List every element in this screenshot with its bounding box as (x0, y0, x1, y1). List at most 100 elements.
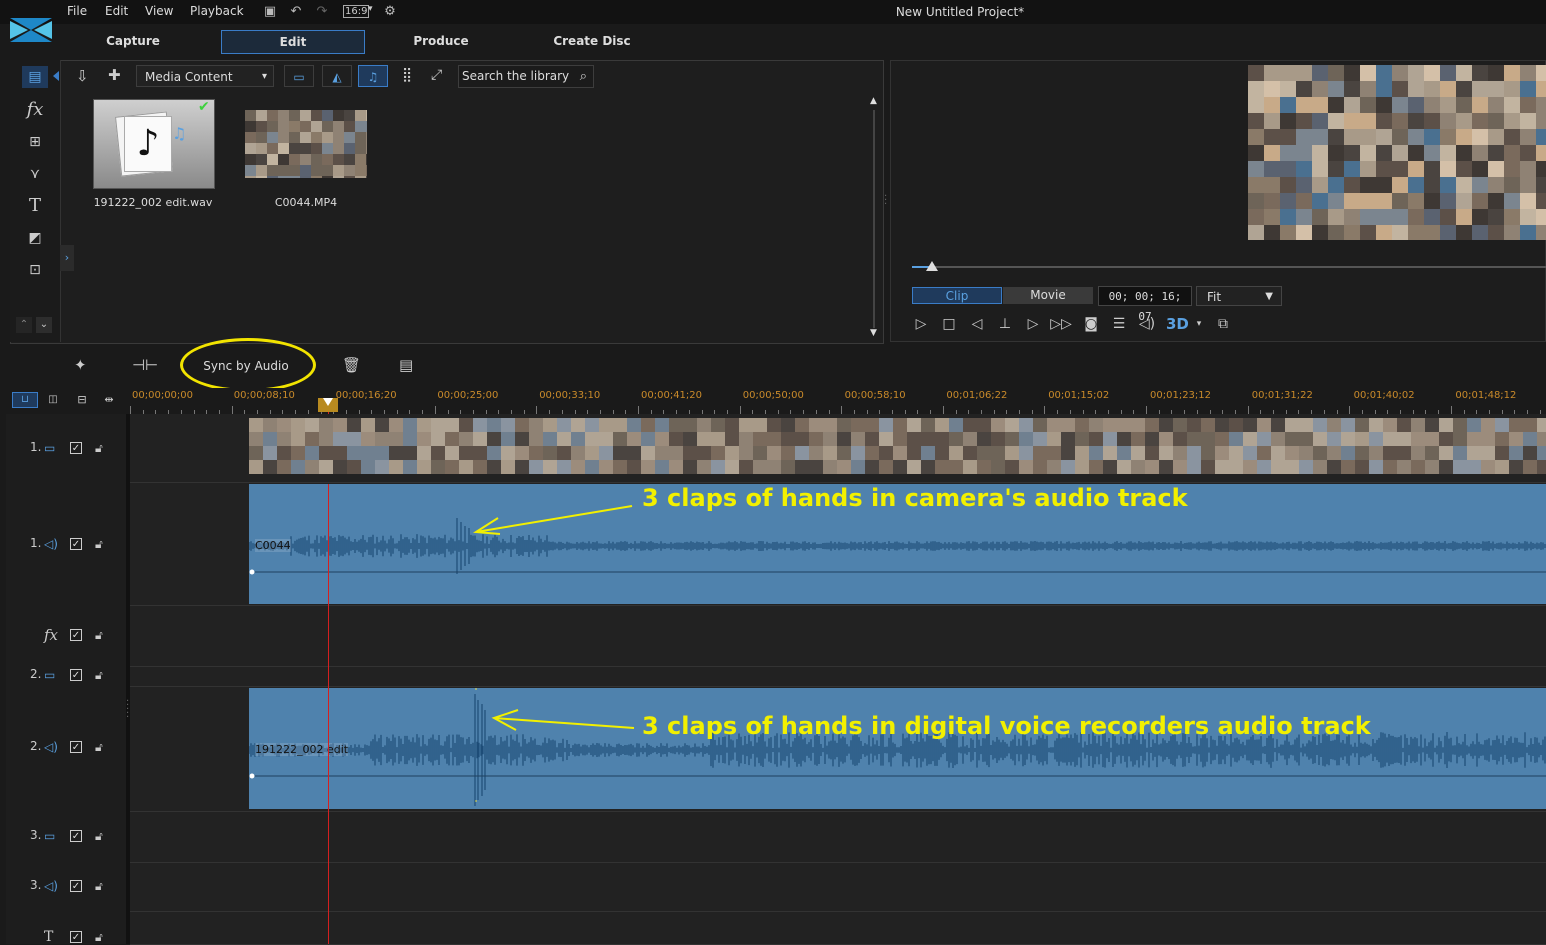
menu-playback[interactable]: Playback (190, 4, 244, 18)
trim-split-icon[interactable]: ⊣⊢ (132, 356, 158, 374)
audio-clip-191222[interactable]: 191222_002 edit (249, 688, 1546, 809)
menu-view[interactable]: View (145, 4, 173, 18)
annotation-arrow-1 (472, 505, 633, 535)
undock-preview-icon[interactable]: ⧉ (1212, 314, 1234, 334)
track-lock-icon[interactable]: 🔓︎ (95, 668, 109, 682)
ruler-tick-label: 00;00;33;10 (539, 390, 601, 401)
scroll-arrow-down-icon[interactable]: ▼ (870, 328, 877, 338)
video-track-icon[interactable]: ▭ (44, 669, 60, 681)
3d-toggle-icon[interactable]: 3D (1166, 314, 1189, 334)
fit-timeline-icon[interactable]: ⇹ (100, 392, 118, 408)
title-track-icon[interactable]: T (44, 930, 60, 944)
fx-track-icon[interactable]: fx (44, 628, 60, 643)
fast-forward-icon[interactable]: ▷▷ (1050, 314, 1072, 334)
save-icon[interactable]: ▣ (262, 4, 278, 20)
preview-seek-track[interactable] (912, 266, 1546, 268)
transition-room-icon[interactable]: ◩ (22, 227, 48, 249)
import-media-icon[interactable]: ⇩ (76, 67, 89, 85)
tab-create-disc[interactable]: Create Disc (521, 30, 663, 52)
track-enable-checkbox[interactable]: ✓ (70, 442, 82, 454)
track-lock-icon[interactable]: 🔓︎ (95, 628, 109, 642)
detach-icon[interactable]: ⤢ (431, 67, 442, 83)
timecode-display[interactable]: 00; 00; 16; 07 (1098, 286, 1192, 323)
audio-track-icon[interactable]: ◁) (44, 741, 60, 753)
audio-mixing-icon[interactable]: ▤ (399, 356, 413, 374)
track-lock-icon[interactable]: 🔓︎ (95, 441, 109, 455)
subtitles-icon[interactable]: ☰ (1108, 314, 1130, 334)
next-frame-icon[interactable]: ▷ (1022, 314, 1044, 334)
storyboard-view-icon[interactable]: ◫ (42, 392, 64, 408)
scroll-down-icon[interactable]: ⌄ (36, 317, 52, 333)
image-filter-button[interactable]: ◭ (322, 65, 352, 87)
settings-gear-icon[interactable]: ⚙ (382, 4, 398, 20)
fx-room-icon[interactable]: fx (22, 99, 48, 121)
magic-tools-icon[interactable]: ✦ (74, 356, 87, 374)
menu-edit[interactable]: Edit (105, 4, 128, 18)
ruler-tick-label: 00;00;00;00 (132, 390, 194, 401)
playhead-line-lower (328, 484, 329, 944)
aspect-dropdown-icon[interactable]: ▾ (368, 4, 373, 14)
track-enable-checkbox[interactable]: ✓ (70, 880, 82, 892)
video-track-icon[interactable]: ▭ (44, 830, 60, 842)
redo-icon[interactable]: ↷ (314, 4, 330, 20)
track-enable-checkbox[interactable]: ✓ (70, 741, 82, 753)
playhead-handle-icon[interactable] (323, 398, 333, 406)
volume-icon[interactable]: ◁) (1136, 314, 1158, 334)
split-icon[interactable]: ⊥ (994, 314, 1016, 334)
video-media-thumbnail[interactable] (245, 110, 367, 178)
track-lock-icon[interactable]: 🔓︎ (95, 829, 109, 843)
3d-dropdown-icon[interactable]: ▾ (1188, 314, 1210, 334)
track-manager-icon[interactable]: ⊟ (72, 392, 92, 408)
search-icon[interactable]: ⌕ (580, 66, 587, 87)
tab-capture[interactable]: Capture (62, 30, 204, 52)
stop-icon[interactable]: □ (938, 314, 960, 334)
video-track-icon[interactable]: ▭ (44, 442, 60, 454)
audio-track-icon[interactable]: ◁) (44, 880, 60, 892)
panel-splitter[interactable]: · · · (884, 192, 887, 210)
track-lock-icon[interactable]: 🔓︎ (95, 879, 109, 893)
zoom-fit-dropdown[interactable]: Fit ▼ (1196, 286, 1282, 306)
clip-mode-button[interactable]: Clip (912, 287, 1002, 304)
seek-handle-icon[interactable] (926, 261, 938, 271)
header-resize-handle[interactable]: · · · · · (126, 697, 129, 723)
track-lock-icon[interactable]: 🔓︎ (95, 740, 109, 754)
movie-mode-button[interactable]: Movie (1003, 287, 1093, 304)
expand-panel-icon[interactable]: › (60, 245, 74, 271)
track-enable-checkbox[interactable]: ✓ (70, 538, 82, 550)
track-enable-checkbox[interactable]: ✓ (70, 629, 82, 641)
audio-media-thumbnail[interactable]: ♪ ♫ (93, 99, 215, 189)
library-scrollbar[interactable]: ▲ ▼ (868, 96, 880, 340)
aspect-ratio-selector[interactable]: 16:9 (343, 5, 370, 18)
ruler-tick-label: 00;01;23;12 (1150, 390, 1212, 401)
title-room-icon[interactable]: T (22, 195, 48, 217)
plugins-icon[interactable]: ✚ (108, 66, 121, 84)
grid-view-icon[interactable]: ⣿ (402, 67, 412, 83)
scroll-up-icon[interactable]: ⌃ (16, 317, 32, 333)
play-icon[interactable]: ▷ (910, 314, 932, 334)
delete-trash-icon[interactable]: 🗑︎ (342, 356, 361, 374)
pip-objects-icon[interactable]: ⊞ (22, 131, 48, 153)
scroll-arrow-up-icon[interactable]: ▲ (870, 96, 877, 106)
tab-produce[interactable]: Produce (370, 30, 512, 52)
track-enable-checkbox[interactable]: ✓ (70, 931, 82, 943)
library-search-input[interactable]: Search the library ⌕ (458, 65, 594, 88)
video-clip-c0044[interactable] (249, 418, 1546, 474)
snapshot-camera-icon[interactable]: ◙ (1080, 314, 1102, 334)
track-lock-icon[interactable]: 🔓︎ (95, 537, 109, 551)
audio-track-icon[interactable]: ◁) (44, 538, 60, 550)
track-enable-checkbox[interactable]: ✓ (70, 669, 82, 681)
menu-file[interactable]: File (67, 4, 87, 18)
track-lock-icon[interactable]: 🔓︎ (95, 930, 109, 944)
media-content-dropdown[interactable]: Media Content ▾ (136, 65, 274, 87)
audio-filter-button[interactable]: ♫ (358, 65, 388, 87)
particle-room-icon[interactable]: ⋎ (22, 163, 48, 185)
video-filter-button[interactable]: ▭ (284, 65, 314, 87)
tab-edit[interactable]: Edit (221, 30, 365, 54)
track-number: 3. (30, 878, 42, 892)
previous-frame-icon[interactable]: ◁ (966, 314, 988, 334)
media-room-icon[interactable]: ▤ (22, 66, 48, 88)
menu-designer-icon[interactable]: ⊡ (22, 259, 48, 281)
timeline-view-icon[interactable]: ⊔ (12, 392, 38, 408)
track-enable-checkbox[interactable]: ✓ (70, 830, 82, 842)
undo-icon[interactable]: ↶ (288, 4, 304, 20)
